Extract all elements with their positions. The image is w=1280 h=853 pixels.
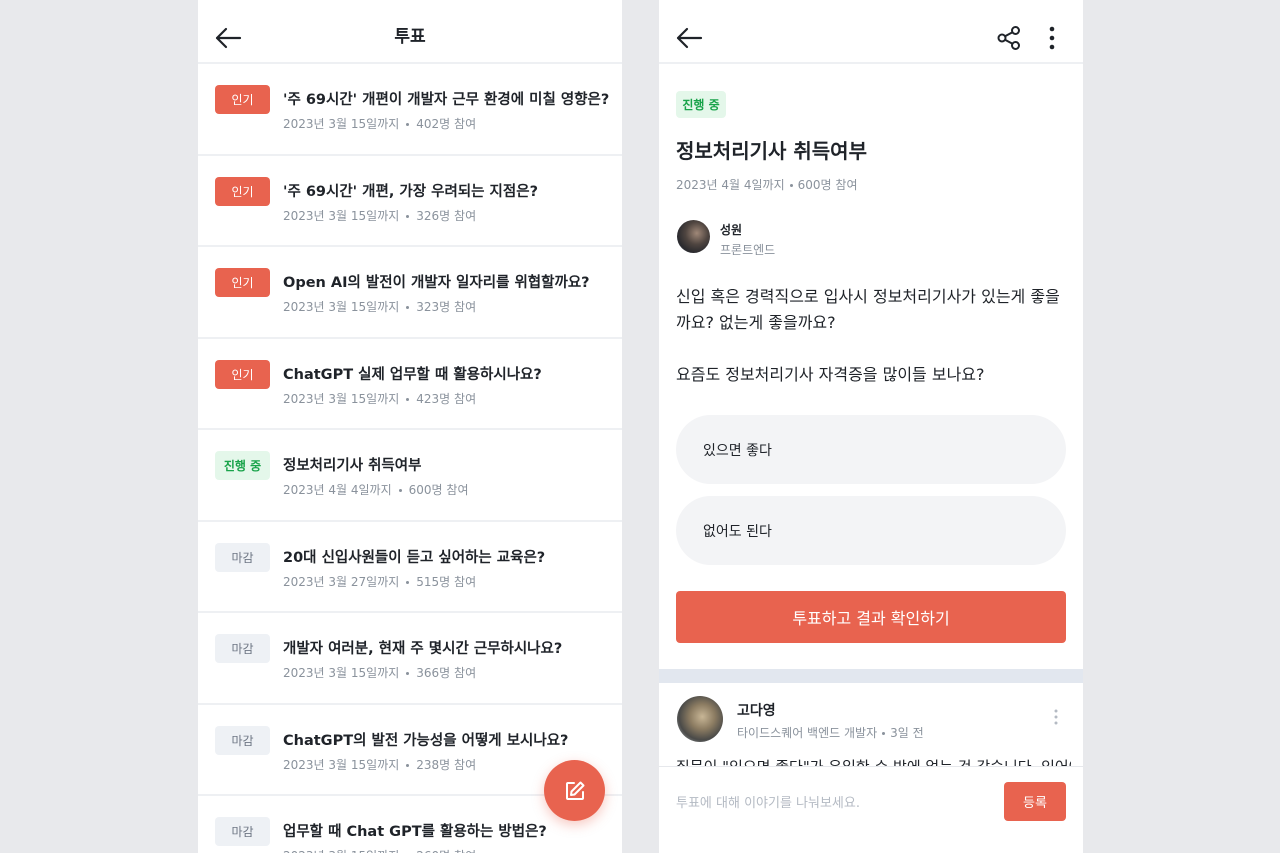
vote-detail-screen: 진행 중 정보처리기사 취득여부 2023년 4월 4일까지 600명 참여 성원…	[659, 0, 1083, 853]
edit-icon	[565, 781, 584, 800]
list-header: 투표	[198, 0, 622, 64]
vote-meta: 2023년 3월 15일까지 402명 참여	[283, 115, 476, 132]
vote-option[interactable]: 없어도 된다	[676, 496, 1066, 565]
vote-list-item[interactable]: 인기 '주 69시간' 개편이 개발자 근무 환경에 미칠 영향은? 2023년 3…	[198, 64, 622, 156]
vote-question: 20대 신입사원들이 듣고 싶어하는 교육은?	[283, 549, 546, 566]
vote-question: '주 69시간' 개편, 가장 우려되는 지점은?	[283, 183, 538, 200]
vote-list-item[interactable]: 진행 중 정보처리기사 취득여부 2023년 4월 4일까지 600명 참여	[198, 430, 622, 522]
separator-dot	[406, 763, 410, 767]
vote-body-paragraph: 요즘도 정보처리기사 자격증을 많이들 보나요?	[676, 365, 985, 384]
author-avatar[interactable]	[677, 220, 710, 253]
vote-body-paragraph: 신입 혹은 경력직으로 입사시 정보처리기사가 있는게 좋을까요? 없는게 좋을…	[676, 287, 1060, 332]
vote-deadline: 2023년 4월 4일까지	[283, 483, 392, 497]
status-badge: 마감	[215, 634, 270, 663]
separator-dot	[406, 123, 410, 126]
comment-submit-button[interactable]: 등록	[1004, 782, 1066, 821]
vote-deadline: 2023년 3월 15일까지	[283, 117, 400, 131]
status-badge: 마감	[215, 817, 270, 846]
status-badge: 인기	[215, 268, 270, 297]
vote-participants: 515명 참여	[416, 574, 477, 589]
commenter-name[interactable]: 고다영	[737, 700, 776, 720]
commenter-avatar[interactable]	[677, 696, 723, 742]
vote-meta: 2023년 3월 15일까지 238명 참여	[283, 756, 476, 773]
vote-question: ChatGPT의 발전 가능성을 어떻게 보시나요?	[283, 732, 569, 749]
vote-meta: 2023년 3월 15일까지 260명 참여	[283, 847, 476, 853]
vote-participants: 260명 참여	[416, 849, 476, 853]
vote-deadline: 2023년 3월 15일까지	[283, 300, 400, 314]
vote-list-item[interactable]: 인기 ChatGPT 실제 업무할 때 활용하시나요? 2023년 3월 15일까지…	[198, 339, 622, 430]
vote-list-item[interactable]: 인기 '주 69시간' 개편, 가장 우려되는 지점은? 2023년 3월 15일까…	[198, 156, 622, 247]
vote-title: 정보처리기사 취득여부	[676, 139, 867, 163]
comment-composer: 투표에 대해 이야기를 나눠보세요. 등록	[659, 766, 1083, 853]
separator-dot	[406, 580, 410, 584]
back-arrow-icon[interactable]	[675, 27, 703, 49]
comment-time: 3일 전	[890, 726, 924, 740]
vote-deadline: 2023년 3월 27일까지	[283, 574, 400, 589]
vote-deadline: 2023년 3월 15일까지	[283, 391, 400, 406]
share-icon[interactable]	[996, 25, 1022, 51]
commenter-role: 타이드스퀘어 백엔드 개발자	[737, 726, 878, 740]
vote-list-item[interactable]: 마감 20대 신입사원들이 듣고 싶어하는 교육은? 2023년 3월 27일까지 5…	[198, 522, 622, 613]
comment-input[interactable]: 투표에 대해 이야기를 나눠보세요.	[676, 792, 860, 811]
vote-meta: 2023년 4월 4일까지 600명 참여	[676, 176, 857, 193]
vote-body: 신입 혹은 경력직으로 입사시 정보처리기사가 있는게 좋을까요? 없는게 좋을…	[676, 284, 1071, 414]
vote-list-screen: 투표 인기 '주 69시간' 개편이 개발자 근무 환경에 미칠 영향은? 2023…	[198, 0, 622, 853]
vote-meta: 2023년 3월 15일까지 326명 참여	[283, 207, 476, 224]
comment-more-icon[interactable]	[1051, 708, 1061, 726]
vote-question: 업무할 때 Chat GPT를 활용하는 방법은?	[283, 824, 547, 840]
vote-meta: 2023년 3월 15일까지 323명 참여	[283, 298, 476, 315]
vote-question: 정보처리기사 취득여부	[283, 458, 422, 474]
separator-dot	[406, 397, 410, 401]
vote-question: ChatGPT 실제 업무할 때 활용하시나요?	[283, 366, 542, 383]
vote-list: 인기 '주 69시간' 개편이 개발자 근무 환경에 미칠 영향은? 2023년 3…	[198, 64, 622, 853]
commenter-meta: 타이드스퀘어 백엔드 개발자 3일 전	[737, 724, 924, 741]
separator-dot	[406, 306, 410, 309]
section-divider	[659, 669, 1083, 683]
vote-participants: 326명 참여	[416, 208, 477, 223]
vote-participants: 238명 참여	[416, 757, 477, 772]
vote-question: Open AI의 발전이 개발자 일자리를 위협할까요?	[283, 275, 590, 291]
vote-deadline: 2023년 4월 4일까지	[676, 178, 785, 192]
vote-participants: 600명 참여	[797, 178, 858, 192]
vote-deadline: 2023년 3월 15일까지	[283, 666, 400, 680]
comment-text: 질문이 "있으면 좋다"가 유일한 수 밖에 없는 것 같습니다. 있어야	[676, 758, 1071, 767]
vote-meta: 2023년 3월 27일까지 515명 참여	[283, 573, 476, 590]
status-badge: 마감	[215, 542, 270, 572]
status-badge: 마감	[215, 725, 270, 755]
vote-deadline: 2023년 3월 15일까지	[283, 849, 399, 853]
separator-dot	[882, 732, 886, 735]
vote-list-item[interactable]: 마감 개발자 여러분, 현재 주 몇시간 근무하시나요? 2023년 3월 15일까…	[198, 613, 622, 705]
vote-meta: 2023년 3월 15일까지 366명 참여	[283, 664, 476, 681]
separator-dot	[789, 184, 793, 187]
more-vertical-icon[interactable]	[1043, 25, 1061, 51]
vote-question: '주 69시간' 개편이 개발자 근무 환경에 미칠 영향은?	[283, 92, 610, 108]
status-badge: 인기	[215, 359, 270, 389]
vote-option[interactable]: 있으면 좋다	[676, 415, 1066, 484]
separator-dot	[398, 489, 402, 492]
status-badge: 인기	[215, 176, 270, 206]
status-badge: 진행 중	[676, 91, 726, 118]
vote-participants: 423명 참여	[416, 391, 477, 406]
vote-meta: 2023년 3월 15일까지 423명 참여	[283, 390, 476, 407]
vote-meta: 2023년 4월 4일까지 600명 참여	[283, 481, 468, 498]
vote-question: 개발자 여러분, 현재 주 몇시간 근무하시나요?	[283, 641, 563, 657]
write-button[interactable]	[544, 760, 605, 821]
separator-dot	[406, 672, 410, 675]
page-title: 투표	[394, 27, 426, 47]
vote-submit-button[interactable]: 투표하고 결과 확인하기	[676, 591, 1066, 643]
status-badge: 인기	[215, 85, 270, 114]
separator-dot	[406, 214, 410, 218]
vote-participants: 366명 참여	[416, 666, 477, 680]
vote-participants: 323명 참여	[416, 300, 477, 314]
status-badge: 진행 중	[215, 451, 270, 480]
vote-participants: 600명 참여	[408, 483, 469, 497]
detail-header	[659, 0, 1083, 64]
vote-list-item[interactable]: 인기 Open AI의 발전이 개발자 일자리를 위협할까요? 2023년 3월 1…	[198, 247, 622, 339]
vote-deadline: 2023년 3월 15일까지	[283, 757, 400, 772]
author-role: 프론트엔드	[720, 243, 776, 257]
vote-participants: 402명 참여	[416, 117, 477, 131]
author-name[interactable]: 성원	[720, 221, 742, 238]
vote-deadline: 2023년 3월 15일까지	[283, 208, 400, 223]
